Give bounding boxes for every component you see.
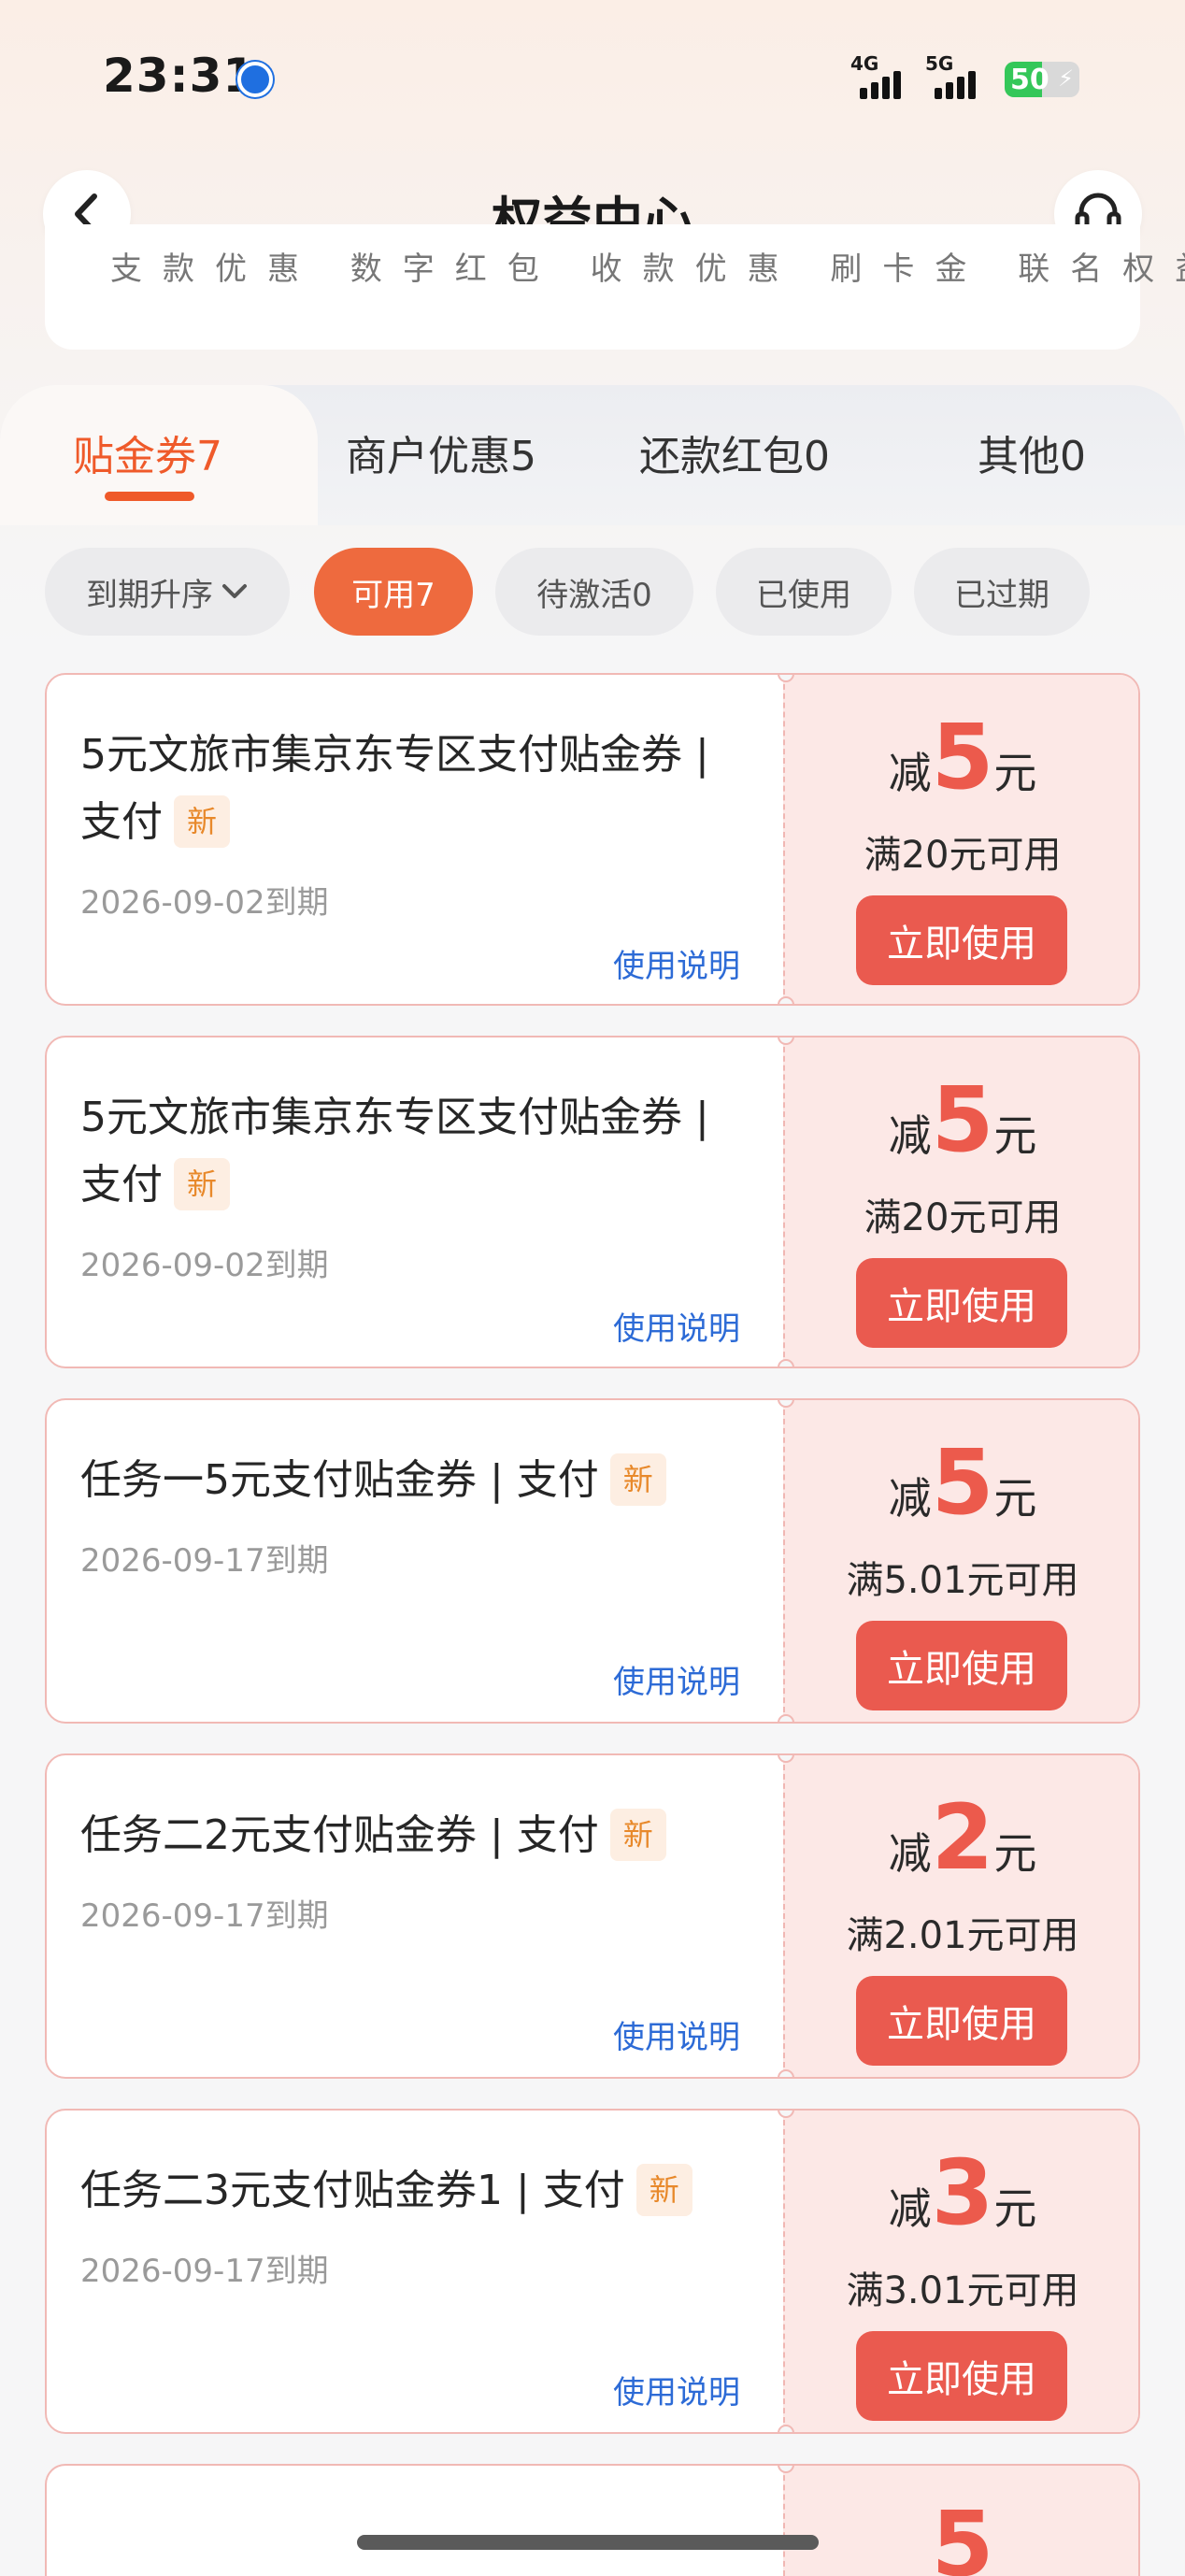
coupon-amount-panel: 减5元 满5.01元可用 立即使用 [783, 1400, 1138, 1722]
usage-instructions-link[interactable]: 使用说明 [613, 940, 740, 986]
coupon-expiry-date: 2026-09-02到期 [80, 1247, 329, 1284]
coupon-expiry-date: 2026-09-17到期 [80, 1897, 329, 1935]
status-bar: 23:31 4G 5G 50 ⚡ [0, 0, 1185, 150]
coupon-title: 任务二2元支付贴金券 | 支付新 [80, 1802, 763, 1869]
new-badge: 新 [635, 2164, 692, 2216]
new-badge: 新 [174, 795, 231, 848]
tab-others[interactable]: 其他0 [978, 422, 1086, 482]
coupon-card: 减3元 满3.01元可用 立即使用 任务二3元支付贴金券1 | 支付新 2026… [45, 2109, 1140, 2434]
use-now-button[interactable]: 立即使用 [856, 1976, 1067, 2066]
coupon-amount-panel: 5 [783, 2466, 1138, 2576]
coupon-title: 任务二3元支付贴金券1 | 支付新 [80, 2157, 763, 2225]
new-badge: 新 [609, 1809, 666, 1861]
coupon-amount: 减5元 [888, 1430, 1037, 1535]
tab-merchant-offers[interactable]: 商户优惠5 [346, 422, 536, 482]
use-now-button[interactable]: 立即使用 [856, 895, 1067, 985]
coupon-card: 5 [45, 2464, 1140, 2576]
sort-dropdown[interactable]: 到期升序 [45, 548, 290, 636]
charging-bolt-icon: ⚡ [1058, 65, 1074, 92]
usage-instructions-link[interactable]: 使用说明 [613, 2367, 740, 2412]
coupon-expiry-date: 2026-09-17到期 [80, 1542, 329, 1580]
coupon-amount-panel: 减5元 满20元可用 立即使用 [783, 675, 1138, 1004]
filter-pending-activation[interactable]: 待激活0 [495, 548, 693, 636]
home-indicator [357, 2535, 819, 2550]
coupon-amount: 5 [931, 2492, 994, 2576]
new-badge: 新 [609, 1453, 666, 1506]
usage-instructions-link[interactable]: 使用说明 [613, 1303, 740, 1349]
battery-level: 50 [1010, 64, 1049, 96]
coupon-card: 减5元 满5.01元可用 立即使用 任务一5元支付贴金券 | 支付新 2026-… [45, 1398, 1140, 1724]
coupon-expiry-date: 2026-09-17到期 [80, 2253, 329, 2290]
battery-icon: 50 ⚡ [1005, 62, 1079, 97]
coupon-amount: 减3元 [888, 2140, 1037, 2245]
coupon-condition: 满20元可用 [864, 1196, 1062, 1239]
coupon-amount-panel: 减3元 满3.01元可用 立即使用 [783, 2111, 1138, 2432]
use-now-button[interactable]: 立即使用 [856, 2331, 1067, 2421]
coupon-title: 5元文旅市集京东专区支付贴金券 | 支付新 [80, 1094, 709, 1210]
coupon-condition: 满2.01元可用 [846, 1914, 1079, 1957]
coupon-condition: 满20元可用 [864, 834, 1062, 877]
coupon-expiry-date: 2026-09-02到期 [80, 884, 329, 922]
status-time: 23:31 [103, 49, 257, 103]
coupon-title: 5元文旅市集京东专区支付贴金券 | 支付新 [80, 731, 709, 848]
coupon-card: 减5元 满20元可用 立即使用 5元文旅市集京东专区支付贴金券 | 支付新 20… [45, 673, 1140, 1006]
sort-label: 到期升序 [86, 576, 213, 614]
coupon-card: 减2元 满2.01元可用 立即使用 任务二2元支付贴金券 | 支付新 2026-… [45, 1753, 1140, 2079]
tab-active-indicator [105, 492, 194, 501]
coupon-amount: 减5元 [888, 705, 1037, 809]
app-notification-icon [237, 62, 273, 97]
tab-repayment-red-packets[interactable]: 还款红包0 [639, 422, 830, 482]
new-badge: 新 [174, 1158, 231, 1210]
benefit-category-peek: 支款优惠 数字红包 收款优惠 刷卡金 联名权益 [110, 250, 1185, 288]
coupon-amount-panel: 减2元 满2.01元可用 立即使用 [783, 1755, 1138, 2077]
benefit-category-card: 支款优惠 数字红包 收款优惠 刷卡金 联名权益 [45, 224, 1185, 350]
coupon-condition: 满3.01元可用 [846, 2269, 1079, 2312]
coupon-amount: 减5元 [888, 1067, 1037, 1172]
filter-available[interactable]: 可用7 [314, 548, 473, 636]
coupon-amount-panel: 减5元 满20元可用 立即使用 [783, 1038, 1138, 1367]
coupon-card: 减5元 满20元可用 立即使用 5元文旅市集京东专区支付贴金券 | 支付新 20… [45, 1036, 1140, 1368]
coupon-condition: 满5.01元可用 [846, 1559, 1079, 1602]
usage-instructions-link[interactable]: 使用说明 [613, 2011, 740, 2057]
filter-expired[interactable]: 已过期 [914, 548, 1090, 636]
coupon-title: 任务一5元支付贴金券 | 支付新 [80, 1447, 763, 1514]
tab-subsidy-coupons[interactable]: 贴金券7 [73, 422, 222, 482]
filter-used[interactable]: 已使用 [716, 548, 892, 636]
coupon-amount: 减2元 [888, 1785, 1037, 1890]
usage-instructions-link[interactable]: 使用说明 [613, 1656, 740, 1702]
use-now-button[interactable]: 立即使用 [856, 1258, 1067, 1348]
use-now-button[interactable]: 立即使用 [856, 1621, 1067, 1710]
chevron-down-icon [222, 584, 247, 598]
